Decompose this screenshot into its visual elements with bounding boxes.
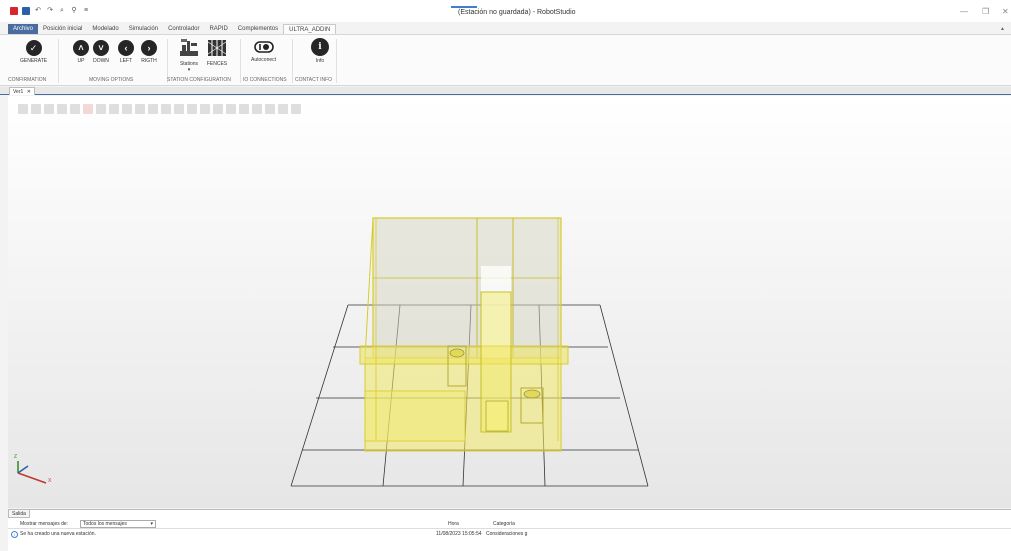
group-station-configuration: STATION CONFIGURATION xyxy=(167,77,231,83)
message-time: 11/08/2023 15:05:54 xyxy=(436,531,482,537)
output-tab[interactable]: Salida xyxy=(8,510,30,518)
generate-button[interactable]: ✓ GENERATE xyxy=(20,40,47,64)
chevron-up-icon: ˄ xyxy=(73,40,89,56)
chevron-right-icon: › xyxy=(141,40,157,56)
minimize-button[interactable]: — xyxy=(960,7,968,16)
group-confirmation: CONFIRMATION xyxy=(8,77,47,83)
group-moving-options: MOVING OPTIONS xyxy=(89,77,134,83)
scene-canvas xyxy=(17,217,649,487)
info-label: Info xyxy=(315,58,325,64)
close-tab-icon[interactable]: ✕ xyxy=(27,89,31,95)
left-label: LEFT xyxy=(119,58,133,64)
group-divider xyxy=(292,39,293,83)
group-divider xyxy=(58,39,59,83)
stations-icon xyxy=(180,39,198,56)
output-message-row[interactable]: i Se ha creado una nueva estación. 11/08… xyxy=(8,530,1011,539)
fences-label: FENCES xyxy=(206,61,228,67)
axis-x-label: X xyxy=(48,478,52,484)
message-category: Consideraciones g xyxy=(486,531,528,537)
restore-button[interactable]: ❐ xyxy=(982,7,989,16)
down-label: DOWN xyxy=(93,58,109,64)
checkmark-icon: ✓ xyxy=(25,40,42,56)
axis-triad xyxy=(17,461,47,484)
quick-access-toolbar: ↶ ↷ ⌕ ⚲ ≡ xyxy=(10,7,90,15)
window-title: (Estación no guardada) - RobotStudio xyxy=(458,9,576,16)
app-logo-icon[interactable] xyxy=(10,7,18,15)
message-filter-select[interactable]: Todos los mensajes ▾ xyxy=(80,520,156,528)
output-panel: Salida Mostrar mensajes de: Todos los me… xyxy=(8,509,1011,551)
customize-icon[interactable]: ≡ xyxy=(82,7,90,15)
3d-viewport[interactable]: Z X xyxy=(8,96,1011,508)
column-category[interactable]: Categoría xyxy=(493,521,515,527)
left-button[interactable]: ‹ LEFT xyxy=(118,40,134,64)
ribbon: ✓ GENERATE CONFIRMATION ˄ UP ˅ DOWN ‹ LE… xyxy=(0,34,1011,86)
axis-z-label: Z xyxy=(14,454,18,460)
info-icon: i xyxy=(311,38,329,56)
message-text: Se ha creado una nueva estación. xyxy=(20,531,96,537)
group-contact-info: CONTACT INFO xyxy=(295,77,333,83)
fence-icon xyxy=(207,40,227,56)
autoconect-button[interactable]: Autoconect xyxy=(251,39,276,63)
toggle-switch-icon xyxy=(253,41,274,53)
autoconect-label: Autoconect xyxy=(251,57,277,63)
redo-icon[interactable]: ↷ xyxy=(46,7,54,15)
right-label: RIGTH xyxy=(141,58,157,64)
info-icon: i xyxy=(11,531,18,538)
right-button[interactable]: › RIGTH xyxy=(141,40,157,64)
title-accent xyxy=(451,6,477,8)
filter-label: Mostrar mensajes de: xyxy=(20,521,69,527)
undo-icon[interactable]: ↶ xyxy=(34,7,42,15)
select-icon[interactable]: ⌕ xyxy=(58,7,66,15)
close-button[interactable]: ✕ xyxy=(1002,7,1009,16)
up-button[interactable]: ˄ UP xyxy=(73,40,89,64)
chevron-down-icon: ▾ xyxy=(150,521,153,527)
fences-button[interactable]: FENCES xyxy=(206,37,228,67)
snap-icon[interactable]: ⚲ xyxy=(70,7,78,15)
generate-label: GENERATE xyxy=(20,58,48,64)
group-divider xyxy=(240,39,241,83)
document-tab-bar: Ver1 ✕ xyxy=(0,87,1011,95)
dropdown-arrow-icon: ▾ xyxy=(187,67,191,73)
filter-value: Todos los mensajes xyxy=(83,521,127,527)
chevron-left-icon: ‹ xyxy=(118,40,134,56)
save-icon[interactable] xyxy=(22,7,30,15)
title-bar: ↶ ↷ ⌕ ⚲ ≡ (Estación no guardada) - Robot… xyxy=(0,0,1011,22)
robot-cell-model xyxy=(359,217,569,452)
collapse-ribbon-icon[interactable]: ▲ xyxy=(1000,26,1005,32)
chevron-down-icon: ˅ xyxy=(93,40,109,56)
tab-ver1[interactable]: Ver1 ✕ xyxy=(9,87,35,95)
down-button[interactable]: ˅ DOWN xyxy=(93,40,109,64)
info-button[interactable]: i Info xyxy=(311,38,329,64)
group-io-connections: IO CONNECTIONS xyxy=(243,77,287,83)
stations-button[interactable]: Stations ▾ xyxy=(178,37,200,73)
up-label: UP xyxy=(77,58,85,64)
tab-ver1-label: Ver1 xyxy=(13,89,24,95)
column-time[interactable]: Hora xyxy=(448,521,459,527)
output-header: Mostrar mensajes de: Todos los mensajes … xyxy=(8,520,1011,529)
group-divider xyxy=(336,39,337,83)
